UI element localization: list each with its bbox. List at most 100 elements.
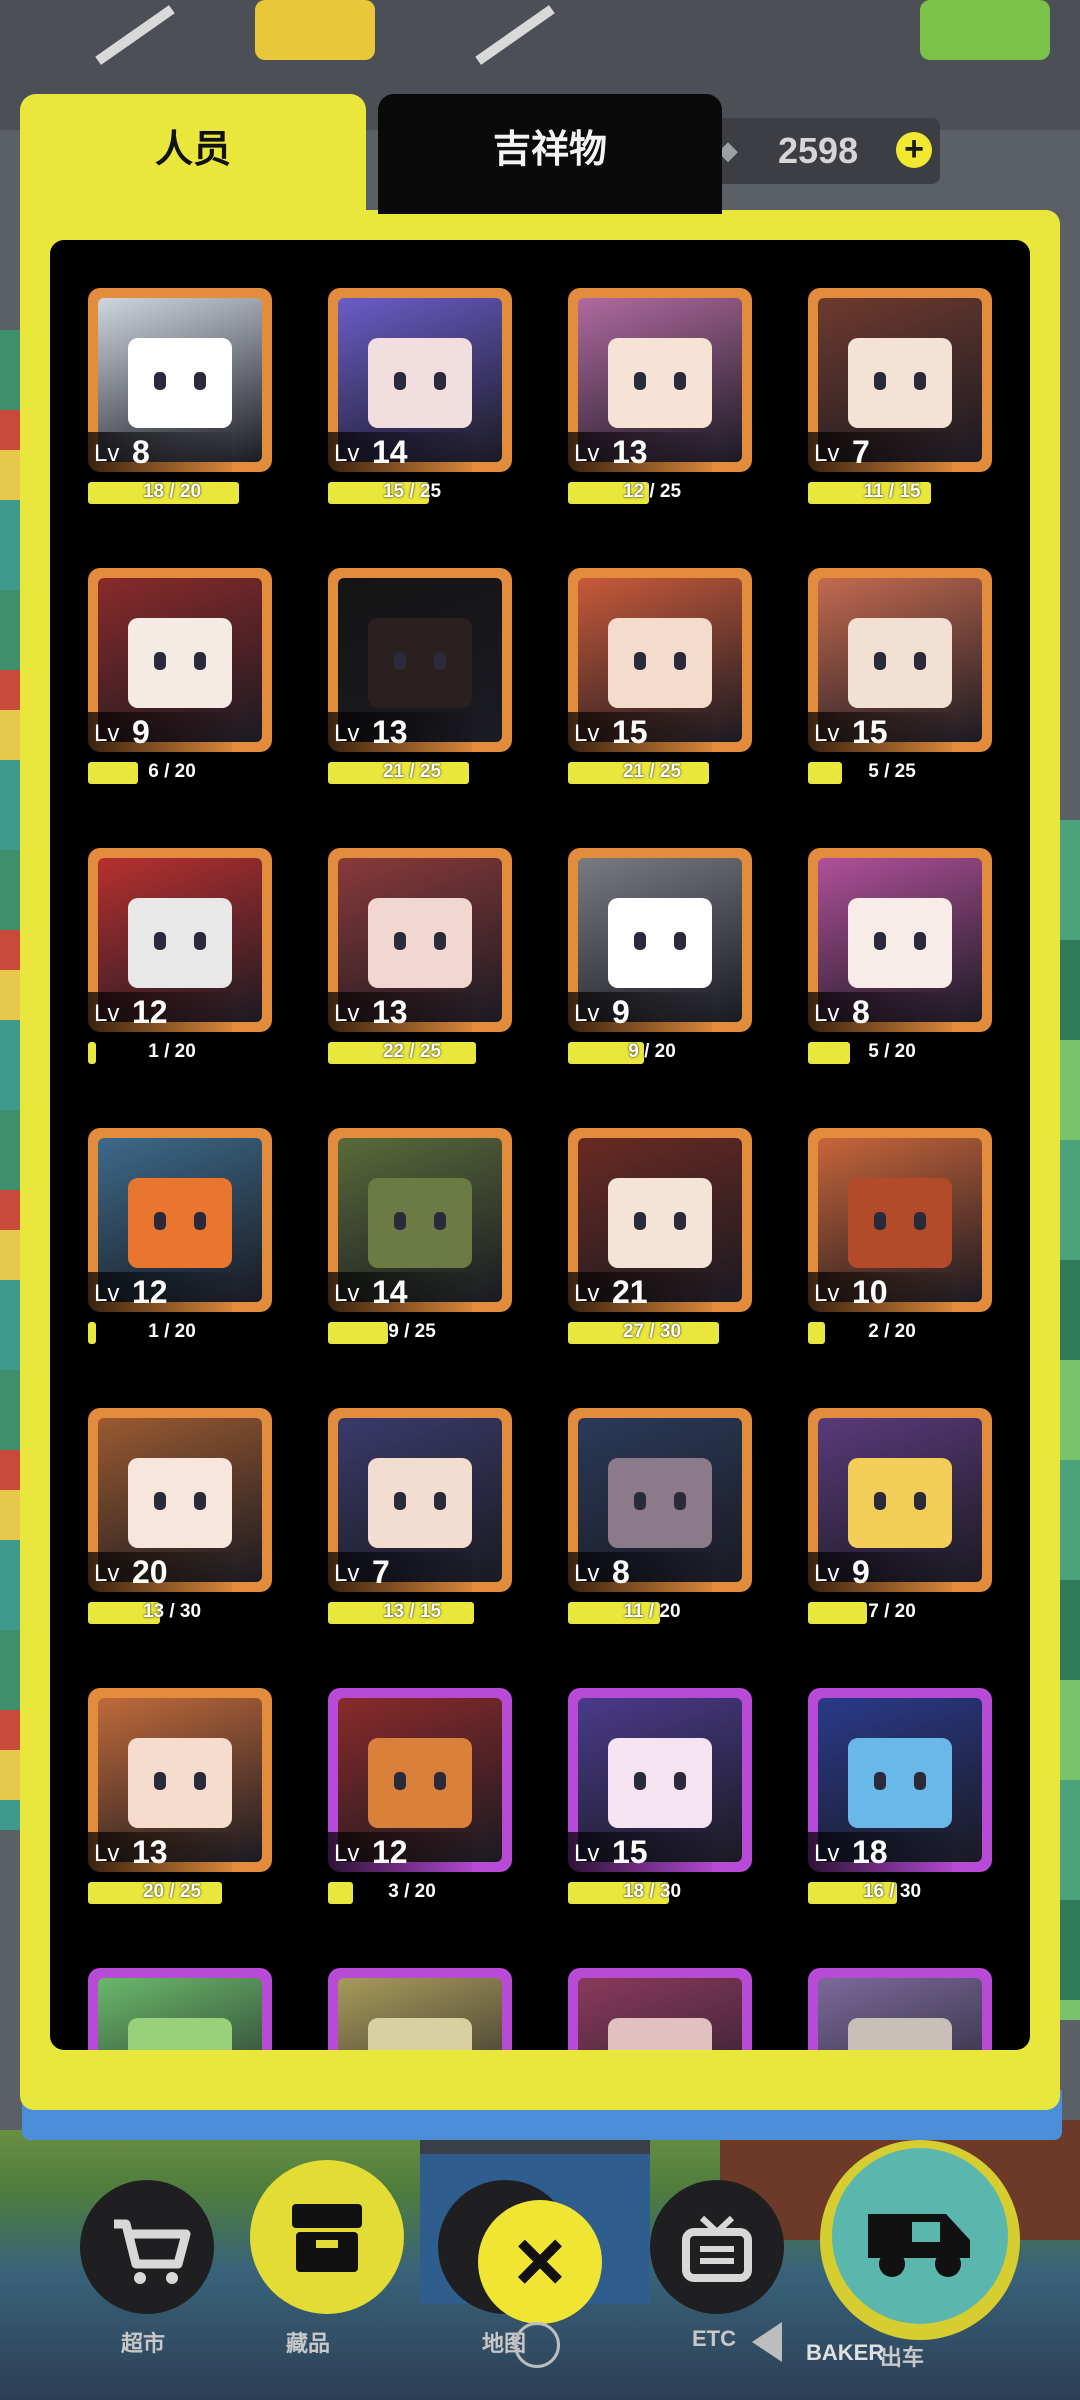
shopping-cart-icon — [114, 2219, 191, 2284]
character-card[interactable]: Lv 14 — [328, 1128, 512, 1312]
level-badge: Lv 9 — [808, 1552, 952, 1592]
level-prefix: Lv — [334, 1000, 360, 1027]
character-card[interactable] — [568, 1968, 752, 2050]
character-card[interactable]: Lv 20 — [88, 1408, 272, 1592]
character-card[interactable]: Lv 13 — [88, 1688, 272, 1872]
character-card[interactable]: Lv 8 — [568, 1408, 752, 1592]
character-eye — [674, 652, 686, 670]
level-prefix: Lv — [334, 440, 360, 467]
system-home-icon[interactable] — [514, 2322, 560, 2368]
supermarket-button[interactable] — [80, 2180, 214, 2314]
character-card[interactable] — [88, 1968, 272, 2050]
progress-text: 5 / 25 — [868, 761, 916, 782]
character-card[interactable]: Lv 10 — [808, 1128, 992, 1312]
character-eye — [874, 1772, 886, 1790]
character-card[interactable]: Lv 8 — [808, 848, 992, 1032]
collection-button[interactable] — [250, 2160, 404, 2314]
level-number: 10 — [852, 1274, 888, 1310]
character-face — [128, 338, 232, 428]
level-prefix: Lv — [574, 440, 600, 467]
progress-text: 13 / 30 — [142, 1601, 202, 1622]
character-card[interactable]: Lv 8 — [88, 288, 272, 472]
upgrade-progress-bar: 13 / 15 — [328, 1601, 496, 1624]
level-badge: Lv 12 — [328, 1832, 472, 1872]
character-face — [368, 898, 472, 988]
character-card[interactable]: Lv 9 — [808, 1408, 992, 1592]
character-eye — [194, 652, 206, 670]
add-gems-button[interactable]: + — [896, 132, 932, 168]
character-eye — [154, 372, 166, 390]
character-card[interactable]: Lv 7 — [328, 1408, 512, 1592]
upgrade-progress-bar: 18 / 30 — [568, 1881, 736, 1904]
character-eye — [194, 372, 206, 390]
character-eye — [194, 1492, 206, 1510]
system-back-icon[interactable] — [752, 2322, 782, 2362]
progress-text: 12 / 25 — [622, 481, 682, 502]
upgrade-progress-bar: 21 / 25 — [328, 761, 496, 784]
level-badge: Lv 21 — [568, 1272, 712, 1312]
character-card[interactable]: Lv 14 — [328, 288, 512, 472]
tab-mascot[interactable]: 吉祥物 — [378, 94, 722, 214]
character-eye — [674, 1212, 686, 1230]
level-prefix: Lv — [574, 1840, 600, 1867]
level-prefix: Lv — [814, 440, 840, 467]
truck-icon — [868, 2214, 970, 2277]
character-face — [848, 338, 952, 428]
close-button[interactable]: × — [478, 2200, 602, 2324]
progress-text: 16 / 30 — [862, 1881, 922, 1902]
level-prefix: Lv — [574, 1560, 600, 1587]
character-face — [128, 2018, 232, 2050]
character-eye — [434, 1492, 446, 1510]
character-card[interactable]: Lv 12 — [88, 848, 272, 1032]
level-badge: Lv 10 — [808, 1272, 952, 1312]
character-card[interactable]: Lv 12 — [88, 1128, 272, 1312]
viking-character-icon — [818, 1978, 982, 2050]
character-card[interactable]: Lv 21 — [568, 1128, 752, 1312]
character-eye — [194, 1212, 206, 1230]
level-badge: Lv 14 — [328, 432, 472, 472]
progress-text: 21 / 25 — [622, 761, 682, 782]
character-card[interactable]: Lv 18 — [808, 1688, 992, 1872]
character-eye — [434, 652, 446, 670]
character-eye — [674, 1772, 686, 1790]
character-card[interactable]: Lv 15 — [808, 568, 992, 752]
progress-text: 22 / 25 — [382, 1041, 442, 1062]
dispatch-truck-button[interactable] — [820, 2140, 1020, 2340]
level-badge: Lv 12 — [88, 1272, 232, 1312]
character-face — [368, 338, 472, 428]
character-eye — [674, 932, 686, 950]
character-card[interactable]: Lv 9 — [88, 568, 272, 752]
level-badge: Lv 8 — [808, 992, 952, 1032]
level-prefix: Lv — [94, 440, 120, 467]
store-sign: BAKER — [806, 2340, 885, 2365]
upgrade-progress-bar: 7 / 20 — [808, 1601, 976, 1624]
character-card[interactable]: Lv 7 — [808, 288, 992, 472]
tab-staff[interactable]: 人员 — [20, 94, 366, 234]
upgrade-progress-bar: 1 / 20 — [88, 1321, 256, 1344]
character-face — [128, 1738, 232, 1828]
upgrade-progress-bar: 11 / 20 — [568, 1601, 736, 1624]
character-card[interactable] — [328, 1968, 512, 2050]
upgrade-progress-bar: 15 / 25 — [328, 481, 496, 504]
character-eye — [674, 372, 686, 390]
character-card[interactable]: Lv 15 — [568, 1688, 752, 1872]
character-card[interactable]: Lv 9 — [568, 848, 752, 1032]
progress-text: 18 / 20 — [142, 481, 202, 502]
etc-button[interactable] — [650, 2180, 784, 2314]
level-prefix: Lv — [814, 1280, 840, 1307]
progress-text: 21 / 25 — [382, 761, 442, 782]
progress-text: 9 / 20 — [628, 1041, 676, 1062]
character-card[interactable]: Lv 13 — [328, 568, 512, 752]
character-card[interactable]: Lv 12 — [328, 1688, 512, 1872]
level-number: 20 — [132, 1554, 168, 1590]
progress-text: 27 / 30 — [622, 1321, 682, 1342]
progress-text: 9 / 25 — [388, 1321, 436, 1342]
level-prefix: Lv — [94, 1560, 120, 1587]
character-eye — [394, 372, 406, 390]
level-badge: Lv 15 — [568, 712, 712, 752]
character-card[interactable]: Lv 13 — [328, 848, 512, 1032]
character-card[interactable]: Lv 15 — [568, 568, 752, 752]
level-number: 8 — [132, 434, 150, 470]
character-card[interactable] — [808, 1968, 992, 2050]
character-card[interactable]: Lv 13 — [568, 288, 752, 472]
